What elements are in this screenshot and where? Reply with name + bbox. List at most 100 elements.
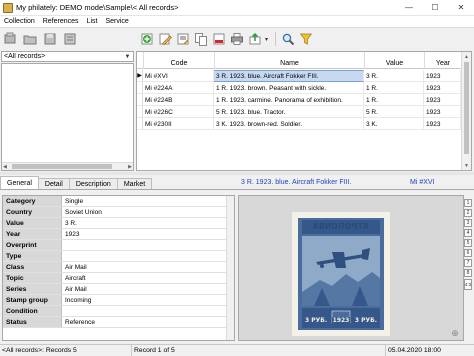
property-value[interactable]: 3 R.	[62, 218, 234, 228]
open-folder-icon[interactable]	[22, 31, 38, 47]
image-6-button[interactable]: 6	[464, 249, 472, 257]
cell-year[interactable]: 1923	[424, 106, 461, 118]
delete-record-icon[interactable]	[211, 31, 227, 47]
scroll-thumb[interactable]	[464, 62, 469, 154]
property-value[interactable]	[62, 306, 234, 316]
tab-description[interactable]: Description	[68, 178, 118, 189]
property-row[interactable]: Value 3 R.	[3, 218, 234, 229]
property-value[interactable]	[62, 240, 234, 250]
property-value[interactable]: 1923	[62, 229, 234, 239]
column-header-value[interactable]: Value	[365, 52, 425, 69]
export-icon[interactable]	[247, 31, 263, 47]
property-value[interactable]: Soviet Union	[62, 207, 234, 217]
properties-icon[interactable]	[62, 31, 78, 47]
image-4-button[interactable]: 4	[464, 229, 472, 237]
property-value[interactable]	[62, 251, 234, 261]
cell-year[interactable]: 1923	[424, 82, 461, 94]
tab-general[interactable]: General	[0, 176, 39, 189]
close-button[interactable]: ✕	[448, 0, 474, 16]
cell-value[interactable]: 5 R.	[364, 106, 424, 118]
save-collection-icon[interactable]	[42, 31, 58, 47]
cell-name[interactable]: 3 R. 1923. blue. Aircraft Fokker FIII.	[214, 70, 364, 82]
menu-references[interactable]: References	[39, 18, 83, 25]
table-row[interactable]: Mi #224B 1 R. 1923. carmine. Panorama of…	[137, 94, 462, 106]
cell-value[interactable]: 1 R.	[364, 94, 424, 106]
tree-horizontal-scrollbar[interactable]: ◀ ▶	[2, 162, 133, 170]
image-5-button[interactable]: 5	[464, 239, 472, 247]
property-row[interactable]: Status Reference	[3, 317, 234, 328]
property-row[interactable]: Overprint	[3, 240, 234, 251]
property-row[interactable]: Class Air Mail	[3, 262, 234, 273]
search-icon[interactable]	[280, 31, 296, 47]
table-row[interactable]: ▶ Mi #XVI 3 R. 1923. blue. Aircraft Fokk…	[137, 70, 462, 82]
zoom-icon[interactable]: ⊕	[449, 327, 461, 339]
filter-icon[interactable]	[298, 31, 314, 47]
property-row[interactable]: Country Soviet Union	[3, 207, 234, 218]
cell-code[interactable]: Mi #230II	[143, 118, 214, 130]
copy-record-icon[interactable]	[193, 31, 209, 47]
chevron-down-icon[interactable]: ▼	[122, 52, 133, 61]
property-row[interactable]: Series Air Mail	[3, 284, 234, 295]
cell-name[interactable]: 3 K. 1923. brown-red. Soldier.	[214, 118, 364, 130]
edit-record-icon[interactable]	[157, 31, 173, 47]
table-row[interactable]: Mi #230II 3 K. 1923. brown-red. Soldier.…	[137, 118, 462, 130]
property-value[interactable]: Air Mail	[62, 284, 234, 294]
scroll-right-icon[interactable]: ▶	[128, 164, 132, 170]
cell-value[interactable]: 3 K.	[364, 118, 424, 130]
column-header-year[interactable]: Year	[425, 52, 462, 69]
table-row[interactable]: Mi #224A 1 R. 1923. brown. Peasant with …	[137, 82, 462, 94]
tab-detail[interactable]: Detail	[37, 178, 70, 189]
cell-code[interactable]: Mi #224B	[143, 94, 214, 106]
export-dropdown-icon[interactable]: ▾	[265, 36, 271, 43]
property-row[interactable]: Year 1923	[3, 229, 234, 240]
property-value[interactable]: Reference	[62, 317, 234, 327]
new-collection-icon[interactable]	[2, 31, 18, 47]
property-value[interactable]: Aircraft	[62, 273, 234, 283]
cell-code[interactable]: Mi #224A	[143, 82, 214, 94]
cell-year[interactable]: 1923	[424, 118, 461, 130]
pane-splitter[interactable]	[0, 172, 474, 175]
cell-name[interactable]: 1 R. 1923. brown. Peasant with sickle.	[214, 82, 364, 94]
image-8-button[interactable]: 8	[464, 269, 472, 277]
cell-year[interactable]: 1923	[424, 70, 461, 82]
cell-year[interactable]: 1923	[424, 94, 461, 106]
minimize-button[interactable]: —	[396, 0, 422, 16]
scroll-left-icon[interactable]: ◀	[3, 164, 7, 170]
menu-list[interactable]: List	[83, 18, 102, 25]
scroll-up-icon[interactable]: ▲	[462, 52, 471, 61]
cell-code[interactable]: Mi #XVI	[143, 70, 214, 82]
records-filter-dropdown[interactable]: <All records> ▼	[1, 51, 134, 62]
menu-service[interactable]: Service	[101, 18, 132, 25]
image-2-button[interactable]: 2	[464, 209, 472, 217]
cell-name[interactable]: 5 R. 1923. blue. Tractor.	[214, 106, 364, 118]
property-row[interactable]: Category Single	[3, 196, 234, 207]
grid-vertical-scrollbar[interactable]: ▲ ▼	[461, 52, 471, 170]
cell-code[interactable]: Mi #226C	[143, 106, 214, 118]
column-header-name[interactable]: Name	[215, 52, 365, 69]
cell-name[interactable]: 1 R. 1923. carmine. Panorama of exhibiti…	[214, 94, 364, 106]
print-icon[interactable]	[229, 31, 245, 47]
column-header-code[interactable]: Code	[144, 52, 215, 69]
maximize-button[interactable]: ☐	[422, 0, 448, 16]
table-row[interactable]: Mi #226C 5 R. 1923. blue. Tractor. 5 R. …	[137, 106, 462, 118]
group-tree-pane[interactable]: ◀ ▶	[1, 63, 134, 171]
property-value[interactable]: Air Mail	[62, 262, 234, 272]
edit-text-icon[interactable]	[175, 31, 191, 47]
property-value[interactable]: Incoming	[62, 295, 234, 305]
menu-collection[interactable]: Collection	[0, 18, 39, 25]
aspect-ratio-button[interactable]: 4:3	[464, 279, 472, 290]
property-value[interactable]: Single	[62, 196, 234, 206]
image-7-button[interactable]: 7	[464, 259, 472, 267]
image-1-button[interactable]: 1	[464, 199, 472, 207]
properties-scrollbar[interactable]	[226, 196, 234, 340]
property-row[interactable]: Topic Aircraft	[3, 273, 234, 284]
scroll-thumb[interactable]	[12, 164, 112, 169]
property-row[interactable]: Condition	[3, 306, 234, 317]
add-record-icon[interactable]	[139, 31, 155, 47]
scroll-down-icon[interactable]: ▼	[462, 161, 471, 170]
property-row[interactable]: Type	[3, 251, 234, 262]
cell-value[interactable]: 3 R.	[364, 70, 424, 82]
property-row[interactable]: Stamp group Incoming	[3, 295, 234, 306]
cell-value[interactable]: 1 R.	[364, 82, 424, 94]
tab-market[interactable]: Market	[116, 178, 153, 189]
